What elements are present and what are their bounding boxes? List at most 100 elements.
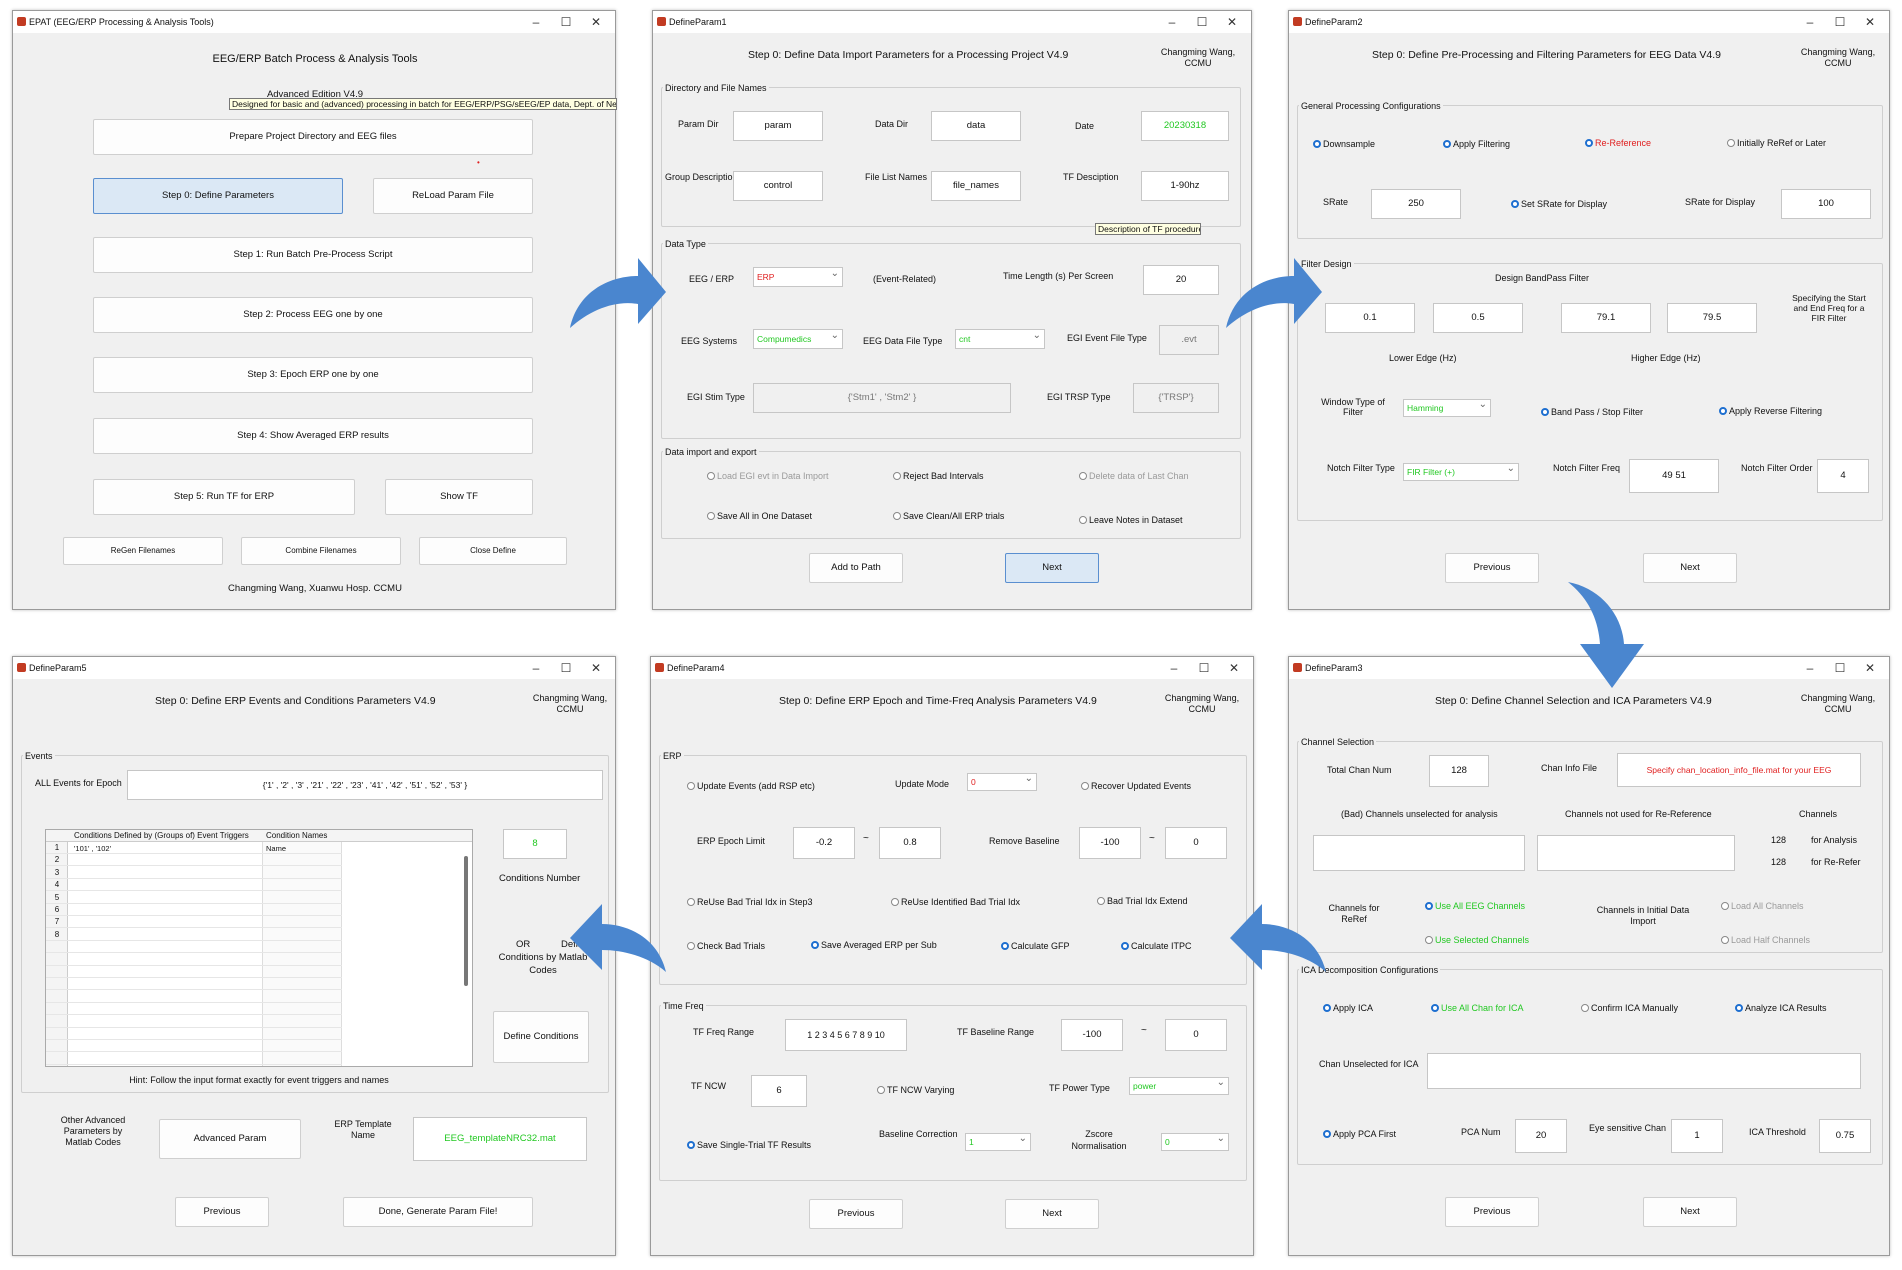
previous-button[interactable]: Previous — [175, 1197, 269, 1227]
group-description-input[interactable]: control — [733, 171, 823, 201]
step1-button[interactable]: Step 1: Run Batch Pre-Process Script — [93, 237, 533, 273]
set-srate-radio[interactable]: Set SRate for Display — [1511, 199, 1607, 209]
confirm-ica-radio[interactable]: Confirm ICA Manually — [1581, 1003, 1678, 1013]
time-length-input[interactable]: 20 — [1143, 265, 1219, 295]
tf-description-input[interactable]: 1-90hz — [1141, 171, 1229, 201]
close-button[interactable]: ✕ — [1219, 657, 1249, 679]
table-row[interactable] — [46, 867, 342, 879]
close-button[interactable]: ✕ — [581, 11, 611, 33]
maximize-button[interactable]: ☐ — [1187, 11, 1217, 33]
reuse-step3-radio[interactable]: ReUse Bad Trial Idx in Step3 — [687, 897, 813, 907]
save-all-radio[interactable]: Save All in One Dataset — [707, 511, 812, 521]
done-generate-button[interactable]: Done, Generate Param File! — [343, 1197, 533, 1227]
use-all-eeg-radio[interactable]: Use All EEG Channels — [1425, 901, 1525, 911]
eye-chan-input[interactable]: 1 — [1671, 1119, 1723, 1153]
table-row[interactable] — [46, 929, 342, 941]
bad-channels-input[interactable] — [1313, 835, 1525, 871]
maximize-button[interactable]: ☐ — [1189, 657, 1219, 679]
next-button[interactable]: Next — [1643, 1197, 1737, 1227]
param-dir-input[interactable]: param — [733, 111, 823, 141]
chan-unselected-input[interactable] — [1427, 1053, 1861, 1089]
cell-value[interactable]: Name — [266, 844, 286, 853]
tf-power-type-dropdown[interactable]: power — [1129, 1077, 1229, 1095]
minimize-button[interactable]: – — [1157, 11, 1187, 33]
ica-threshold-input[interactable]: 0.75 — [1819, 1119, 1871, 1153]
define-conditions-button[interactable]: Define Conditions — [493, 1011, 589, 1063]
lower-edge-1-input[interactable]: 0.1 — [1325, 303, 1415, 333]
data-dir-input[interactable]: data — [931, 111, 1021, 141]
notch-order-input[interactable]: 4 — [1817, 459, 1869, 493]
notch-freq-input[interactable]: 49 51 — [1629, 459, 1719, 493]
table-row[interactable] — [46, 879, 342, 892]
cell-value[interactable]: '101' , '102' — [74, 844, 111, 853]
baseline-start-input[interactable]: -100 — [1079, 827, 1141, 859]
table-row[interactable] — [46, 854, 342, 867]
downsample-radio[interactable]: Downsample — [1313, 139, 1375, 149]
srate-input[interactable]: 250 — [1371, 189, 1461, 219]
lower-edge-2-input[interactable]: 0.5 — [1433, 303, 1523, 333]
show-tf-button[interactable]: Show TF — [385, 479, 533, 515]
table-row[interactable] — [46, 904, 342, 916]
calculate-itpc-radio[interactable]: Calculate ITPC — [1121, 941, 1192, 951]
bad-trial-extend-radio[interactable]: Bad Trial Idx Extend — [1097, 896, 1188, 906]
chan-info-input[interactable]: Specify chan_location_info_file.mat for … — [1617, 753, 1861, 787]
table-row[interactable] — [46, 954, 342, 966]
load-all-radio[interactable]: Load All Channels — [1721, 901, 1804, 911]
table-row[interactable] — [46, 991, 342, 1003]
initially-reref-radio[interactable]: Initially ReRef or Later — [1727, 138, 1826, 148]
table-row[interactable] — [46, 1016, 342, 1028]
baseline-correction-dropdown[interactable]: 1 — [965, 1133, 1031, 1151]
load-egi-radio[interactable]: Load EGI evt in Data Import — [707, 471, 829, 481]
update-events-radio[interactable]: Update Events (add RSP etc) — [687, 781, 815, 791]
close-define-button[interactable]: Close Define — [419, 537, 567, 565]
close-button[interactable]: ✕ — [1855, 657, 1885, 679]
check-bad-trials-radio[interactable]: Check Bad Trials — [687, 941, 765, 951]
table-row[interactable] — [46, 1028, 342, 1040]
conditions-number-input[interactable]: 8 — [503, 829, 567, 859]
table-row[interactable] — [46, 1003, 342, 1016]
next-button[interactable]: Next — [1005, 1199, 1099, 1229]
maximize-button[interactable]: ☐ — [551, 11, 581, 33]
table-row[interactable] — [46, 892, 342, 904]
maximize-button[interactable]: ☐ — [551, 657, 581, 679]
scrollbar[interactable] — [464, 856, 468, 986]
window-type-dropdown[interactable]: Hamming — [1403, 399, 1491, 417]
table-row[interactable] — [46, 978, 342, 991]
egi-trsp-input[interactable]: {'TRSP'} — [1133, 383, 1219, 413]
baseline-end-input[interactable]: 0 — [1165, 827, 1227, 859]
egi-stim-input[interactable]: {'Stm1' , 'Stm2' } — [753, 383, 1011, 413]
prepare-project-button[interactable]: Prepare Project Directory and EEG files — [93, 119, 533, 155]
epoch-limit-end-input[interactable]: 0.8 — [879, 827, 941, 859]
previous-button[interactable]: Previous — [809, 1199, 903, 1229]
eeg-erp-dropdown[interactable]: ERP — [753, 267, 843, 287]
table-row[interactable] — [46, 1053, 342, 1065]
step2-button[interactable]: Step 2: Process EEG one by one — [93, 297, 533, 333]
minimize-button[interactable]: – — [1159, 657, 1189, 679]
file-list-input[interactable]: file_names — [931, 171, 1021, 201]
recover-events-radio[interactable]: Recover Updated Events — [1081, 781, 1191, 791]
apply-pca-radio[interactable]: Apply PCA First — [1323, 1129, 1396, 1139]
leave-notes-radio[interactable]: Leave Notes in Dataset — [1079, 515, 1183, 525]
close-button[interactable]: ✕ — [1855, 11, 1885, 33]
higher-edge-1-input[interactable]: 79.1 — [1561, 303, 1651, 333]
erp-template-input[interactable]: EEG_templateNRC32.mat — [413, 1117, 587, 1161]
analyze-ica-radio[interactable]: Analyze ICA Results — [1735, 1003, 1827, 1013]
eeg-file-type-dropdown[interactable]: cnt — [955, 329, 1045, 349]
total-chan-input[interactable]: 128 — [1429, 755, 1489, 787]
apply-ica-radio[interactable]: Apply ICA — [1323, 1003, 1373, 1013]
close-button[interactable]: ✕ — [581, 657, 611, 679]
combine-filenames-button[interactable]: Combine Filenames — [241, 537, 401, 565]
tf-freq-range-input[interactable]: 1 2 3 4 5 6 7 8 9 10 — [785, 1019, 907, 1051]
table-row[interactable] — [46, 941, 342, 954]
step0-button[interactable]: Step 0: Define Parameters — [93, 178, 343, 214]
date-input[interactable]: 20230318 — [1141, 111, 1229, 141]
use-selected-radio[interactable]: Use Selected Channels — [1425, 935, 1529, 945]
tf-baseline-end-input[interactable]: 0 — [1165, 1019, 1227, 1051]
bandpass-stop-radio[interactable]: Band Pass / Stop Filter — [1541, 407, 1643, 417]
reload-param-button[interactable]: ReLoad Param File — [373, 178, 533, 214]
tf-ncw-input[interactable]: 6 — [751, 1075, 807, 1107]
update-mode-dropdown[interactable]: 0 — [967, 773, 1037, 791]
previous-button[interactable]: Previous — [1445, 553, 1539, 583]
table-row[interactable] — [46, 1040, 342, 1053]
regen-filenames-button[interactable]: ReGen Filenames — [63, 537, 223, 565]
